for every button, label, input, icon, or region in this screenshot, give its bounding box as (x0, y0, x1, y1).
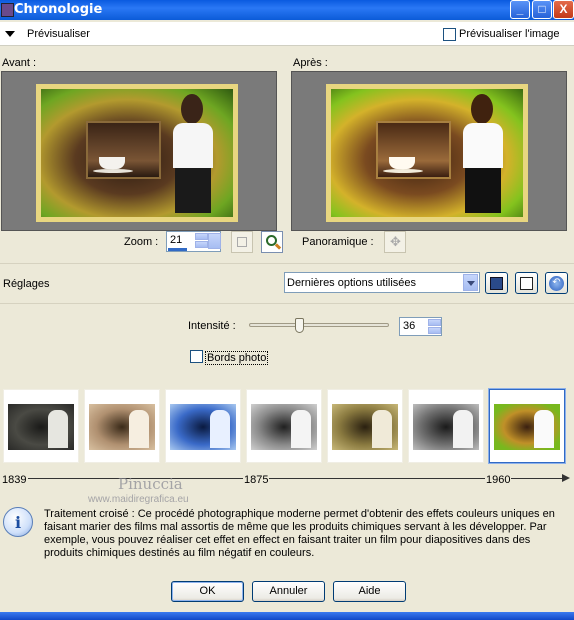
zoom-input[interactable]: 21 (166, 231, 221, 252)
collapse-arrow-icon[interactable] (5, 31, 15, 37)
pan-icon: ✥ (390, 234, 401, 249)
timeline-year: 1839 (1, 474, 28, 486)
reset-arrow-icon: ↶ (549, 276, 564, 291)
after-label: Après : (293, 57, 328, 69)
timeline-year: 1875 (243, 474, 270, 486)
fit-window-button[interactable] (231, 231, 253, 253)
before-image (36, 84, 238, 222)
zoom-tool-button[interactable] (261, 231, 283, 253)
after-image (326, 84, 528, 222)
settings-label: Réglages (3, 278, 50, 290)
intensity-input[interactable]: 36 (399, 317, 442, 336)
chevron-down-icon[interactable] (463, 274, 478, 291)
close-button[interactable]: X (553, 0, 574, 19)
before-preview[interactable] (1, 71, 277, 231)
era-thumbnail[interactable] (165, 389, 241, 463)
intensity-down-arrow-icon[interactable] (428, 327, 441, 334)
intensity-label: Intensité : (188, 320, 236, 332)
before-label: Avant : (2, 57, 37, 69)
preset-select[interactable]: Dernières options utilisées (284, 272, 480, 293)
zoom-label: Zoom : (124, 236, 159, 248)
reset-button[interactable]: ↶ (545, 272, 568, 294)
zoom-dropdown-arrow-icon[interactable] (208, 233, 221, 249)
preset-value: Dernières options utilisées (287, 277, 417, 289)
cancel-button[interactable]: Annuler (252, 581, 325, 602)
maximize-button[interactable]: □ (532, 0, 552, 19)
intensity-up-arrow-icon[interactable] (428, 319, 441, 326)
app-icon (1, 3, 14, 17)
ok-button[interactable]: OK (171, 581, 244, 602)
era-thumbnail[interactable] (84, 389, 160, 463)
preview-image-label: Prévisualiser l'image (459, 28, 560, 40)
divider (0, 303, 574, 304)
dice-icon (520, 277, 533, 290)
zoom-up-arrow-icon[interactable] (195, 233, 208, 240)
era-thumbnail-selected[interactable] (489, 389, 565, 463)
watermark-name: Pinuccia (118, 475, 183, 493)
help-button[interactable]: Aide (333, 581, 406, 602)
intensity-slider[interactable] (249, 323, 389, 327)
info-icon: i (3, 507, 33, 537)
divider (0, 263, 574, 264)
intensity-value: 36 (403, 320, 416, 332)
minimize-button[interactable]: _ (510, 0, 530, 19)
photo-borders-label: Bords photo (205, 351, 269, 365)
floppy-disk-icon (490, 277, 503, 290)
photo-borders-checkbox[interactable] (190, 350, 203, 363)
timeline-year: 1960 (485, 474, 512, 486)
pan-label: Panoramique : (302, 236, 374, 248)
after-preview[interactable] (291, 71, 567, 231)
zoom-value: 21 (170, 234, 183, 246)
watermark-url: www.maidiregrafica.eu (88, 494, 189, 505)
window-title: Chronologie (14, 2, 103, 17)
effect-description: Traitement croisé : Ce procédé photograp… (44, 508, 555, 559)
timeline-arrow-icon (562, 474, 570, 482)
taskbar-strip (0, 612, 574, 620)
save-preset-button[interactable] (485, 272, 508, 294)
title-bar: Chronologie _ □ X (0, 0, 574, 20)
zoom-indicator (168, 248, 187, 251)
era-thumbnail[interactable] (3, 389, 79, 463)
preview-image-checkbox[interactable] (443, 28, 456, 41)
preview-toggle-label[interactable]: Prévisualiser (27, 28, 90, 40)
preview-toggle-row: Prévisualiser Prévisualiser l'image (0, 22, 574, 46)
intensity-slider-thumb[interactable] (295, 318, 304, 333)
era-thumbnail[interactable] (327, 389, 403, 463)
randomize-button[interactable] (515, 272, 538, 294)
era-thumbnail[interactable] (408, 389, 484, 463)
zoom-down-arrow-icon[interactable] (195, 241, 208, 248)
pan-button[interactable]: ✥ (384, 231, 406, 253)
era-thumbnail[interactable] (246, 389, 322, 463)
fit-window-icon (237, 237, 247, 247)
